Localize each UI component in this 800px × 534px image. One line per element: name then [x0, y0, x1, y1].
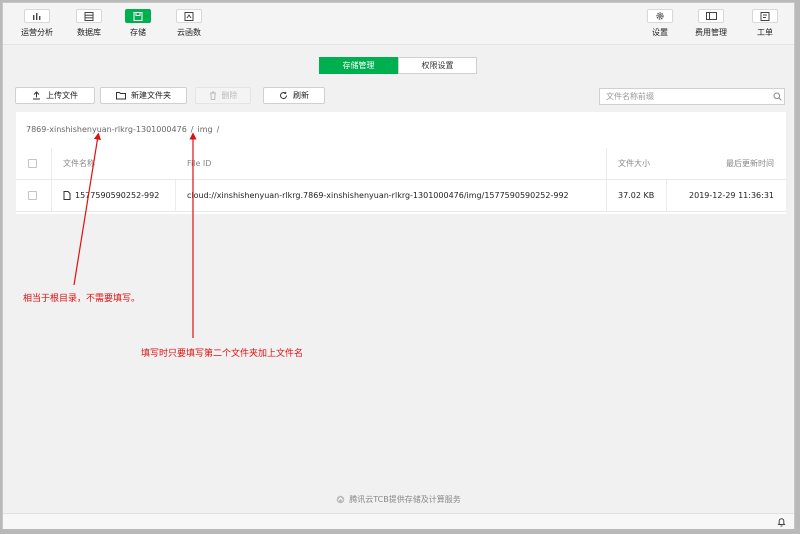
- delete-label: 删除: [221, 91, 238, 100]
- toolbar-analytics-label: 运营分析: [21, 28, 53, 37]
- toolbar-settings-label: 设置: [652, 28, 668, 37]
- new-folder-button[interactable]: 新建文件夹: [100, 87, 187, 104]
- table-row[interactable]: 1577590590252-992 cloud://xinshishenyuan…: [16, 180, 786, 212]
- toolbar-billing-button[interactable]: 费用管理: [691, 9, 731, 41]
- upload-file-label: 上传文件: [46, 91, 78, 100]
- tab-storage-management[interactable]: 存储管理: [319, 57, 398, 74]
- bell-icon[interactable]: [777, 517, 786, 527]
- upload-icon: [33, 91, 40, 100]
- header-last-updated: 最后更新时间: [726, 159, 774, 168]
- search-input[interactable]: [600, 89, 770, 104]
- breadcrumb-folder[interactable]: img: [198, 125, 213, 134]
- storage-tabs: 存储管理 权限设置: [319, 57, 477, 74]
- file-prefix-search: [599, 88, 785, 105]
- refresh-button[interactable]: 刷新: [263, 87, 325, 104]
- footer-text: 腾讯云TCB提供存储及计算服务: [349, 495, 461, 504]
- row-file-size: 37.02 KB: [618, 191, 655, 200]
- toolbar-ticket-button[interactable]: 工单: [745, 9, 785, 41]
- breadcrumb: 7869-xinshishenyuan-rlkrg-1301000476 / i…: [26, 125, 219, 134]
- folder-icon: [116, 92, 126, 100]
- file-list-panel: 7869-xinshishenyuan-rlkrg-1301000476 / i…: [16, 112, 786, 214]
- database-icon: [76, 9, 102, 23]
- toolbar-database-label: 数据库: [77, 28, 101, 37]
- toolbar-billing-label: 费用管理: [695, 28, 727, 37]
- trash-icon: [209, 91, 216, 100]
- table-header: 文件名称 File ID 文件大小 最后更新时间: [16, 148, 786, 180]
- breadcrumb-separator: /: [216, 125, 220, 134]
- header-file-id: File ID: [187, 159, 212, 168]
- upload-file-button[interactable]: 上传文件: [15, 87, 95, 104]
- status-bar: [3, 513, 794, 529]
- header-file-name: 文件名称: [63, 159, 95, 168]
- ticket-icon: [752, 9, 778, 23]
- header-file-size: 文件大小: [618, 159, 650, 168]
- annotation-root-note: 相当于根目录，不需要填写。: [23, 294, 141, 304]
- row-file-name[interactable]: 1577590590252-992: [75, 191, 159, 200]
- toolbar-settings-button[interactable]: 设置: [640, 9, 680, 41]
- row-last-updated: 2019-12-29 11:36:31: [689, 191, 774, 200]
- tab-permission-settings[interactable]: 权限设置: [398, 57, 477, 74]
- cloud-logo-icon: [336, 495, 345, 504]
- toolbar-analytics-button[interactable]: 运营分析: [17, 9, 57, 41]
- toolbar-storage-label: 存储: [130, 28, 146, 37]
- billing-icon: [698, 9, 724, 23]
- toolbar-database-button[interactable]: 数据库: [69, 9, 109, 41]
- search-icon[interactable]: [770, 92, 784, 101]
- annotation-path-note: 填写时只要填写第二个文件夹加上文件名: [141, 349, 304, 359]
- row-file-id: cloud://xinshishenyuan-rlkrg.7869-xinshi…: [187, 191, 569, 200]
- toolbar-storage-button[interactable]: 存储: [118, 9, 158, 41]
- bar-chart-icon: [24, 9, 50, 23]
- new-folder-label: 新建文件夹: [131, 91, 171, 100]
- row-checkbox[interactable]: [28, 191, 37, 200]
- storage-icon: [125, 9, 151, 23]
- toolbar-cloud-function-label: 云函数: [177, 28, 201, 37]
- top-toolbar: 运营分析 数据库 存储 云函数 设置 费用管理 工单: [3, 3, 794, 45]
- cloud-function-icon: [176, 9, 202, 23]
- gear-icon: [647, 9, 673, 23]
- breadcrumb-separator: /: [190, 125, 194, 134]
- delete-button[interactable]: 删除: [195, 87, 251, 104]
- toolbar-ticket-label: 工单: [757, 28, 773, 37]
- toolbar-cloud-function-button[interactable]: 云函数: [169, 9, 209, 41]
- file-icon: [63, 191, 71, 200]
- select-all-checkbox[interactable]: [28, 159, 37, 168]
- footer: 腾讯云TCB提供存储及计算服务: [3, 494, 794, 505]
- app-window: 运营分析 数据库 存储 云函数 设置 费用管理 工单 存储管理 权限设置 上传文…: [2, 2, 795, 529]
- refresh-icon: [280, 91, 288, 99]
- refresh-label: 刷新: [293, 91, 309, 100]
- breadcrumb-root[interactable]: 7869-xinshishenyuan-rlkrg-1301000476: [26, 125, 187, 134]
